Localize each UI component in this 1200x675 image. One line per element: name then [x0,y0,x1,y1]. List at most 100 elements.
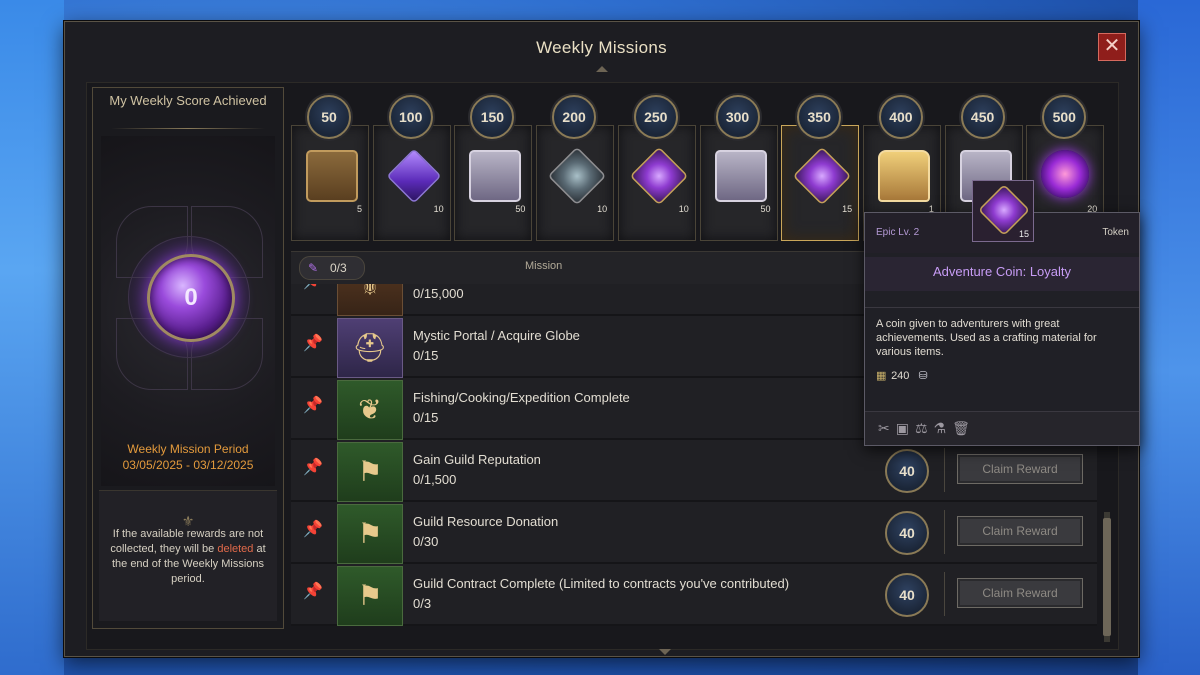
row-divider [944,510,945,554]
claim-reward-button[interactable]: Claim Reward [957,578,1083,608]
pin-icon[interactable]: 📌 [303,582,323,602]
score-orb: 0 [147,254,235,342]
mission-points: 40 [885,511,929,555]
golden-treasure-icon [877,150,930,202]
pin-icon[interactable]: 📌 [303,458,323,478]
milestone-badge: 250 [633,95,678,139]
close-button[interactable]: ✕ [1098,33,1126,61]
reward-slot[interactable]: 10 100 [372,95,451,265]
mission-icon: ⚑ [337,442,403,502]
milestone-badge: 50 [307,95,351,139]
purple-orb-icon [1041,150,1090,198]
milestone-badge: 300 [715,95,760,139]
reward-item-frame[interactable]: 50 [454,125,533,241]
item-thumbnail: 15 [972,180,1034,242]
item-value: ▦ 240 ⛁ [876,369,928,382]
expiry-note: If the available rewards are not collect… [105,527,271,587]
reward-item-frame[interactable]: 50 [699,125,778,241]
milestone-badge: 500 [1042,95,1087,139]
mission-glyph-icon: ⚑ [357,518,383,549]
pinned-counter: ✎ 0/3 [299,256,365,280]
trade-icon: ⚖ [914,420,934,436]
silver-chest-icon [469,150,522,202]
purple-gem-icon [386,148,442,204]
mission-name: Mystic Portal / Acquire Globe [413,328,580,343]
reward-slot[interactable]: 50 300 [699,95,778,265]
claim-reward-button[interactable]: Claim Reward [957,516,1083,546]
reward-slot[interactable]: 10 200 [536,95,615,265]
grey-medal-icon [547,146,607,206]
reward-item-frame[interactable]: 15 [781,125,860,241]
reward-slot[interactable]: 50 150 [454,95,533,265]
item-tooltip: Epic Lv. 2 Token 15 Adventure Coin: Loya… [864,180,1140,446]
pin-icon[interactable]: 📌 [303,334,323,354]
mission-icon: ❦ [337,380,403,440]
score-emblem-art: 0 [101,136,275,486]
item-action-icons: ✂▣⚖⚗🗑 [878,420,976,437]
note-deleted: deleted [217,543,254,555]
reward-slot[interactable]: 10 250 [617,95,696,265]
mission-icon: ⚜ [337,284,403,316]
mission-name: Fishing/Cooking/Expedition Complete [413,390,630,405]
milestone-badge: 350 [797,95,842,139]
pin-icon[interactable]: 📌 [303,520,323,540]
score-panel-title: My Weekly Score Achieved [109,93,267,108]
item-tier: Epic Lv. 2 [876,227,920,238]
tooltip-header: Epic Lv. 2 Token 15 [865,180,1139,253]
reward-count: 10 [678,204,689,214]
item-type: Token [1102,227,1129,238]
background-right [1138,0,1200,675]
pin-icon: ✎ [308,261,319,275]
mission-points: 40 [885,449,929,493]
reward-item-frame[interactable]: 10 [617,125,696,241]
trade-icon: ⛁ [918,370,928,382]
reward-slot[interactable]: 5 50 [291,95,369,265]
pin-icon[interactable]: 📌 [303,396,323,416]
expiry-note-box: ⚜ If the available rewards are not colle… [99,490,277,621]
reward-item-frame[interactable]: 5 [291,125,369,241]
mission-glyph-icon: ⚑ [357,456,383,487]
pinned-count: 0/3 [330,261,347,275]
adventure-coin-icon [792,146,852,206]
reward-count: 50 [760,204,771,214]
title-divider [111,128,265,129]
item-count: 15 [1018,229,1029,239]
mission-row: 📌 ⚑ Gain Guild Reputation 0/1,500 40 Claim Re… [291,440,1097,502]
background-left [0,0,64,675]
mission-name: Guild Contract Complete (Limited to cont… [413,576,790,591]
claim-reward-button[interactable]: Claim Reward [957,454,1083,484]
craft-icon: ⚗ [933,420,953,436]
reward-count: 10 [597,204,608,214]
mission-progress: 0/1,500 [413,472,457,487]
gold-bar-icon: ▦ [876,370,887,382]
tooltip-divider [865,307,1139,308]
reward-item-frame[interactable]: 10 [536,125,615,241]
mission-row: 📌 ⚑ Guild Contract Complete (Limited to co… [291,564,1097,626]
mission-points: 40 [885,573,929,617]
mission-header: ✎ 0/3 Mission [291,251,866,285]
reward-count: 5 [356,204,362,214]
milestone-badge: 450 [960,95,1005,139]
pin-icon[interactable]: 📌 [303,284,323,292]
mission-glyph-icon: ⚑ [357,580,383,611]
reward-count: 15 [842,204,853,214]
mission-progress: 0/30 [413,534,439,549]
reward-item-frame[interactable]: 10 [372,125,451,241]
milestone-badge: 400 [878,95,923,139]
item-value-amount: 240 [891,370,910,382]
reward-slot[interactable]: 15 350 [781,95,860,265]
mission-icon: ⛑ [337,318,403,378]
weekly-score-value: 0 [184,284,198,311]
mission-glyph-icon: ⛑ [352,332,388,363]
mission-glyph-icon: ❦ [358,394,382,425]
item-description: A coin given to adventurers with great a… [876,318,1097,358]
bronze-chest-icon [306,150,358,202]
row-divider [944,448,945,492]
mission-row: 📌 ⚑ Guild Resource Donation 0/30 40 Claim Rew… [291,502,1097,564]
mission-icon: ⚑ [337,566,403,626]
mission-glyph-icon: ⚜ [357,284,383,301]
reward-count: 10 [433,204,444,214]
scrollbar-thumb[interactable] [1103,518,1111,636]
silver-chest-icon [714,150,767,202]
milestone-badge: 100 [388,95,433,139]
